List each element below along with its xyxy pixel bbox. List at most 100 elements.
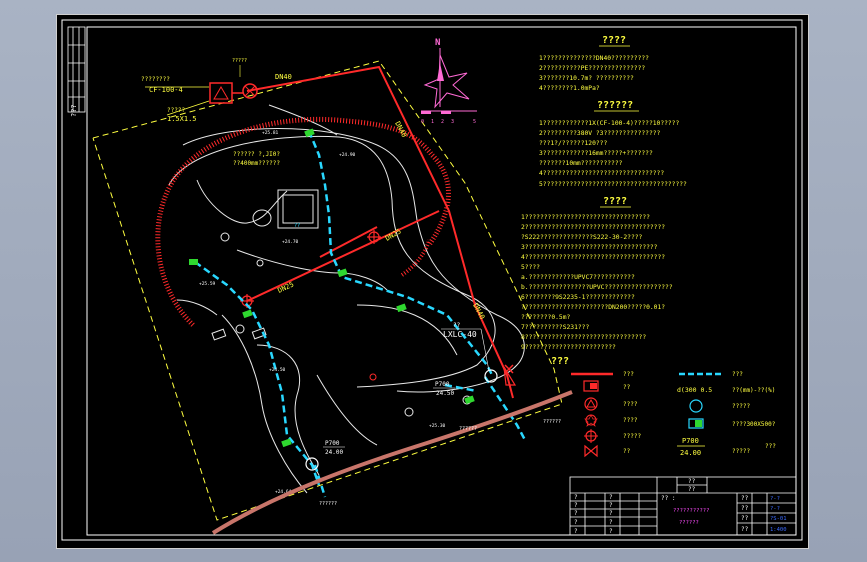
box-size: 1.5X1.5 [167,115,197,123]
notes-3-line-5: 4????????????????????????????????????? [521,254,665,261]
notes-3-line-13: 8???????????????????????????????? [521,334,646,341]
elevation-label-a: +25.81 [262,130,279,136]
elevation-label-e: +24.70 [282,239,299,245]
inner-frame [86,26,797,536]
legend-right-label-5: ????? [732,448,750,455]
elevation-label-c: +25.59 [199,281,216,287]
title-header-top: ?? [688,478,696,485]
legend-valve-cross-icon [584,429,598,443]
valve-b-bottom: 24.00 [325,449,343,456]
title-left-cell-1: ? [574,494,578,501]
notes-2-line-1: 1????????????1X(CF-100-4)?????10????? [539,120,679,127]
legend-left-label-1: ??? [623,371,634,378]
title-right-value-4: 1:400 [770,527,787,533]
legend-slope-sample: d(300 0.5 [677,386,712,394]
shrub-hedge [155,116,451,327]
legend-sprinkler-icon [688,418,704,429]
legend-right-label-4: ????300X500? [732,421,776,428]
design-notes: ???? 1??????????????DN40?????????? 2????… [521,35,687,351]
valve-a-bottom: 24.50 [436,390,454,397]
scale-tick-2: 2 [441,119,444,125]
legend-left-label-5: ????? [623,433,641,440]
title-left-cell-3: ? [574,510,578,517]
notes-3-line-2: 2????????????????????????????????????? [521,224,665,231]
notes-3-line-9: 6????????9S2235-1????????????? [521,294,635,301]
notes-3-line-10: ???????????????????????DN200?????0.01? [521,304,665,311]
legend-gate-valve-icon [584,444,598,458]
equipment-tag: CF-100-4 [149,86,183,94]
outlet-label-c: ?????? [319,501,337,507]
legend-right-label-2: ??(mm)-??(%) [732,387,775,394]
top-marker: ????? [232,58,247,64]
legend-left-label-6: ?? [623,448,631,455]
pipe-dn25-a: DN25 [276,280,295,294]
valve-a-top: P700 [435,381,450,388]
well-type: LXLC-40 [443,330,477,339]
title-mid-cell-1: ? [609,494,613,501]
scale-ticks: 0 1 2 3 5 [421,119,476,125]
notes-2-line-6: 4???????????????????????????????? [539,170,664,177]
legend-valve-mark-bottom: 24.00 [680,449,701,457]
title-mid-cell-3: ? [609,510,613,517]
title-left-cell-4: ? [574,519,578,526]
title-mid-cell-2: ? [609,502,613,509]
title-header-bottom: ?? [688,486,696,493]
legend-pump-icon [583,380,599,392]
notes-3-line-11: ????????0.5m? [521,314,570,321]
notes-3-line-4: 3??????????????????????????????????? [521,244,658,251]
equipment-qty: ???????? [141,76,170,83]
legend-right-label-3: ????? [732,403,750,410]
legend: ??? ??? ?? ???? ???? ????? ?? d(300 0.5 … [551,356,776,458]
legend-valve-mark-top: P700 [682,437,699,445]
legend-left-label-4: ???? [623,417,638,424]
title-right-value-2: ?-? [770,506,780,512]
pipe-dn40-top: DN40 [275,73,292,81]
legend-well-icon [689,399,703,413]
north-letter: N [435,38,440,48]
title-block-text: ?? ?? ? ? ? ? ? ? ? ? ? ? ?? : ?????????… [574,478,787,535]
legend-left-label-3: ???? [623,401,638,408]
legend-star-icon [584,414,598,427]
compass: N [421,38,477,114]
title-mid-cell-4: ? [609,519,613,526]
notes-title-2: ?????? [597,100,633,111]
scale-tick-3: 3 [451,119,454,125]
scale-tick-1: 1 [431,119,434,125]
notes-3-line-7: a.????????????UPVC7??????????? [521,274,635,281]
notes-2-line-5: ???????10mm??????????? [539,160,623,167]
spacing-note: ?????? ?,JI0? [233,151,280,158]
title-right-label-2: ?? [741,505,749,512]
legend-right-label-1: ??? [732,371,743,378]
title-right-value-1: ?-? [770,496,780,502]
notes-2-line-2: 2?????????380V ?3??????????????? [539,130,661,137]
cad-drawing: ??? ?? DN40 DN40 DN40 DN25 DN25 ????????… [61,19,803,541]
notes-title-3: ???? [603,196,627,207]
notes-3-line-14: 9???????????????????????? [521,344,616,351]
drawing-sub: ?????? [679,520,699,526]
title-right-label-3: ?? [741,515,749,522]
notes-1-line-2: 2??????????PE??????????????? [539,65,645,72]
elevation-label-d: +24.50 [269,367,286,373]
title-left-cell-2: ? [574,502,578,509]
project-label: ?? : [661,495,675,502]
scale-tick-4: 5 [473,119,476,125]
scale-tick-0: 0 [421,119,424,125]
notes-1-line-1: 1??????????????DN40?????????? [539,55,649,62]
title-mid-cell-5: ? [609,528,613,535]
well-code: ?? [453,322,461,329]
valve-b-top: P700 [325,440,340,447]
notes-3-line-8: b.????????????????UPVC?????????????????? [521,284,673,291]
elevation-label-b: +24.90 [339,152,356,158]
legend-right-label-6: ??? [765,443,776,450]
legend-title: ??? [551,356,569,367]
title-right-label-1: ?? [741,495,749,502]
outlet-label-a: ?????? [543,419,561,425]
outer-frame [61,19,803,541]
valve-well-c [369,373,377,381]
notes-3-line-6: 5???? [521,264,540,271]
side-label: ??? [70,104,78,117]
title-block [569,476,797,536]
title-right-label-4: ?? [741,526,749,533]
road [211,390,573,535]
drawing-sheet: ??? ?? DN40 DN40 DN40 DN25 DN25 ????????… [56,14,809,549]
